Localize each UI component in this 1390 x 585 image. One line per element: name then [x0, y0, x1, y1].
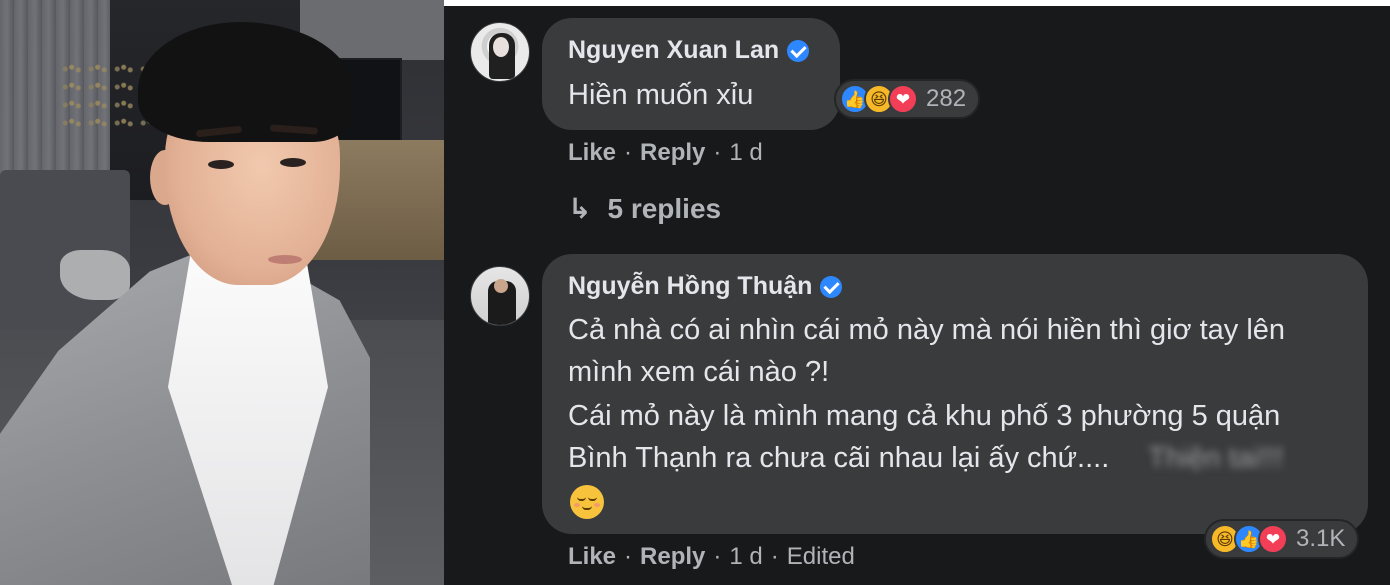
- reply-link[interactable]: Reply: [640, 543, 705, 570]
- emoji-blush: [574, 503, 580, 507]
- reply-arrow-icon: ↳: [568, 193, 592, 224]
- like-link[interactable]: Like: [568, 543, 616, 570]
- separator: ·: [713, 139, 722, 166]
- comments-panel: Nguyen Xuan Lan Hiền muốn xỉu 👍 😆 ❤ 282 …: [444, 0, 1390, 585]
- separator: ·: [713, 543, 722, 570]
- emoji-eye: [577, 497, 586, 501]
- separator: ·: [624, 139, 633, 166]
- comment-text-line: Bình Thạnh ra chưa cãi nhau lại ấy chứ..…: [568, 442, 1110, 474]
- reaction-count: 3.1K: [1296, 525, 1346, 552]
- comment-time[interactable]: 1 d: [729, 139, 762, 166]
- clothes-pile: [60, 250, 130, 300]
- right-eye: [280, 158, 306, 167]
- emoji-blush: [594, 503, 600, 507]
- view-replies-button[interactable]: ↳ 5 replies: [568, 192, 721, 225]
- mouth: [268, 255, 302, 264]
- love-icon: ❤: [888, 84, 918, 114]
- comment-author[interactable]: Nguyen Xuan Lan: [568, 36, 810, 65]
- avatar[interactable]: [470, 266, 530, 326]
- reply-link[interactable]: Reply: [640, 139, 705, 166]
- author-name[interactable]: Nguyen Xuan Lan: [568, 36, 779, 65]
- avatar-face: [493, 37, 509, 57]
- comment-author[interactable]: Nguyễn Hồng Thuận: [568, 272, 843, 301]
- replies-label: 5 replies: [607, 192, 722, 224]
- comment-actions: Like · Reply · 1 d: [568, 139, 763, 167]
- verified-badge-icon: [820, 275, 843, 298]
- separator: ·: [624, 543, 633, 570]
- separator: ·: [770, 543, 779, 570]
- top-border: [444, 0, 1390, 6]
- reaction-summary[interactable]: 👍 😆 ❤ 282: [834, 79, 981, 119]
- selfie-photo: [0, 0, 444, 585]
- comment-time[interactable]: 1 d: [729, 543, 762, 570]
- like-link[interactable]: Like: [568, 139, 616, 166]
- edited-label[interactable]: Edited: [787, 543, 855, 570]
- comment-text-line: Cả nhà có ai nhìn cái mỏ này mà nói hiền…: [568, 314, 1286, 346]
- emoji-eye: [588, 497, 597, 501]
- comment-text: Hiền muốn xỉu: [568, 79, 754, 111]
- left-eye: [208, 160, 234, 169]
- reaction-count: 282: [926, 85, 967, 112]
- blurred-text: Thiện tai!!!: [1148, 442, 1284, 474]
- avatar-face: [494, 279, 508, 293]
- verified-badge-icon: [787, 39, 810, 62]
- avatar[interactable]: [470, 22, 530, 82]
- comment-text-line: mình xem cái nào ?!: [568, 356, 830, 388]
- comment-text-line: Cái mỏ này là mình mang cả khu phố 3 phư…: [568, 400, 1281, 432]
- love-icon: ❤: [1258, 524, 1288, 554]
- comment-actions: Like · Reply · 1 d · Edited: [568, 543, 855, 571]
- author-name[interactable]: Nguyễn Hồng Thuận: [568, 272, 812, 301]
- reaction-summary[interactable]: 😆 👍 ❤ 3.1K: [1204, 519, 1360, 559]
- relieved-face-emoji: [570, 485, 604, 519]
- emoji-mouth: [582, 506, 592, 510]
